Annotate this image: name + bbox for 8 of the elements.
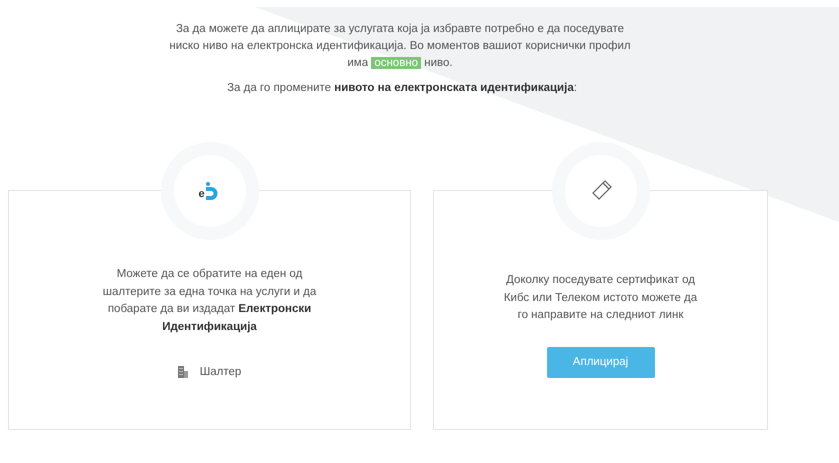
option-description: Можете да се обратите на еден од шалтерите за една точка на услуги и да побарате да ви издадат Електронски Идентификација: [102, 267, 318, 334]
eid-logo: e: [198, 182, 221, 200]
apply-button[interactable]: Аплицирај: [546, 346, 654, 378]
counter-label: Шалтер: [200, 366, 242, 378]
instruction-text: За да го промените нивото на електронската идентификација:: [226, 82, 578, 94]
intro-text: За да можете да аплицирате за услугата која ја избравте потребно е да поседувате ниско ниво на електронска идентификација. Во моментов вашиот кориснички профил има основно ниво.: [168, 22, 632, 71]
option-description: Доколку поседувате сертификат од Кибс или Телеком истото можете да го направите на следниот линк: [502, 273, 698, 323]
building-icon: [178, 366, 188, 378]
